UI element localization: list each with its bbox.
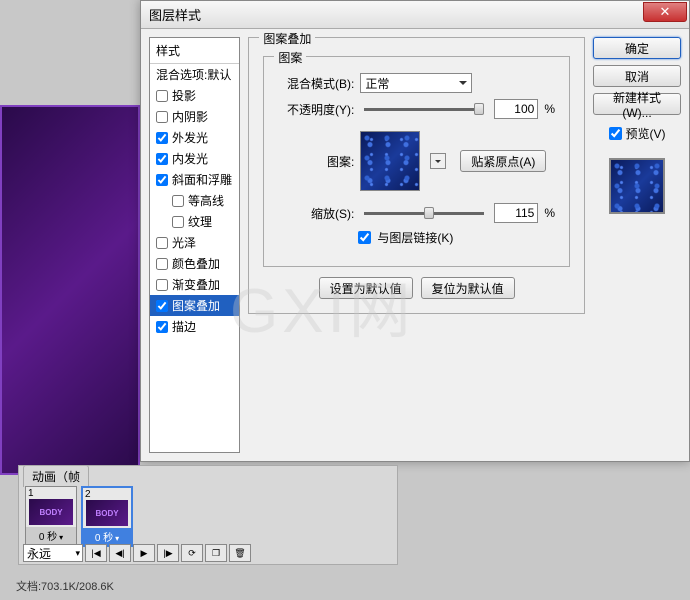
prev-frame-button[interactable]: ◀| <box>109 544 131 562</box>
scale-unit: % <box>544 206 555 220</box>
dialog-title: 图层样式 <box>149 5 201 24</box>
style-item-8[interactable]: 颜色叠加 <box>150 253 239 274</box>
blend-mode-combo[interactable]: 正常 <box>360 73 472 93</box>
style-item-7[interactable]: 光泽 <box>150 232 239 253</box>
animation-frame-1[interactable]: 1 BODY 0 秒 <box>25 486 77 547</box>
style-item-1[interactable]: 内阴影 <box>150 106 239 127</box>
style-checkbox-10[interactable] <box>156 300 168 312</box>
canvas-background <box>0 105 140 475</box>
style-item-6[interactable]: 纹理 <box>150 211 239 232</box>
next-frame-button[interactable]: |▶ <box>157 544 179 562</box>
pattern-overlay-panel: 图案叠加 图案 混合模式(B): 正常 不透明度(Y): <box>248 37 585 453</box>
style-item-0[interactable]: 投影 <box>150 85 239 106</box>
link-layer-label: 与图层链接(K) <box>377 229 453 246</box>
scale-input[interactable] <box>494 203 538 223</box>
style-checkbox-8[interactable] <box>156 258 168 270</box>
blend-options-item[interactable]: 混合选项:默认 <box>150 64 239 85</box>
style-label-10: 图案叠加 <box>172 297 220 314</box>
style-label-11: 描边 <box>172 318 196 335</box>
pattern-overlay-group: 图案叠加 图案 混合模式(B): 正常 不透明度(Y): <box>248 37 585 314</box>
style-label-8: 颜色叠加 <box>172 255 220 272</box>
blend-mode-label: 混合模式(B): <box>278 75 354 92</box>
dialog-titlebar: 图层样式 ✕ <box>141 1 689 29</box>
loop-combo[interactable]: 永远 <box>23 544 83 562</box>
style-checkbox-9[interactable] <box>156 279 168 291</box>
style-item-11[interactable]: 描边 <box>150 316 239 337</box>
animation-controls: 永远 |◀ ◀| ▶ |▶ ⟳ ❐ 🗑 <box>23 544 251 562</box>
style-label-9: 渐变叠加 <box>172 276 220 293</box>
style-item-10[interactable]: 图案叠加 <box>150 295 239 316</box>
close-button[interactable]: ✕ <box>643 2 687 22</box>
style-checkbox-2[interactable] <box>156 132 168 144</box>
styles-list: 样式 混合选项:默认 投影内阴影外发光内发光斜面和浮雕等高线纹理光泽颜色叠加渐变… <box>149 37 240 453</box>
style-checkbox-6[interactable] <box>172 216 184 228</box>
opacity-slider[interactable] <box>364 108 484 111</box>
layer-style-dialog: 图层样式 ✕ 样式 混合选项:默认 投影内阴影外发光内发光斜面和浮雕等高线纹理光… <box>140 0 690 462</box>
style-label-7: 光泽 <box>172 234 196 251</box>
dialog-right-panel: 确定 取消 新建样式(W)... 预览(V) <box>593 37 681 453</box>
styles-header[interactable]: 样式 <box>150 38 239 64</box>
style-label-4: 斜面和浮雕 <box>172 171 232 188</box>
style-item-2[interactable]: 外发光 <box>150 127 239 148</box>
preview-swatch <box>609 158 665 214</box>
style-checkbox-5[interactable] <box>172 195 184 207</box>
style-item-4[interactable]: 斜面和浮雕 <box>150 169 239 190</box>
pattern-label: 图案: <box>278 153 354 170</box>
scale-label: 缩放(S): <box>278 205 354 222</box>
style-item-3[interactable]: 内发光 <box>150 148 239 169</box>
animation-frame-2[interactable]: 2 BODY 0 秒 <box>81 486 133 547</box>
style-checkbox-7[interactable] <box>156 237 168 249</box>
style-label-5: 等高线 <box>188 192 224 209</box>
preview-label: 预览(V) <box>626 125 666 142</box>
style-checkbox-4[interactable] <box>156 174 168 186</box>
style-label-0: 投影 <box>172 87 196 104</box>
pattern-overlay-legend: 图案叠加 <box>259 30 315 47</box>
ok-button[interactable]: 确定 <box>593 37 681 59</box>
snap-origin-button[interactable]: 贴紧原点(A) <box>460 150 546 172</box>
pattern-inner-group: 图案 混合模式(B): 正常 不透明度(Y): <box>263 56 570 267</box>
cancel-button[interactable]: 取消 <box>593 65 681 87</box>
style-checkbox-1[interactable] <box>156 111 168 123</box>
frame-1-delay[interactable]: 0 秒 <box>26 527 76 544</box>
scale-slider-thumb[interactable] <box>424 207 434 219</box>
pattern-inner-legend: 图案 <box>274 49 306 66</box>
link-layer-checkbox[interactable] <box>358 231 371 244</box>
style-checkbox-11[interactable] <box>156 321 168 333</box>
style-checkbox-0[interactable] <box>156 90 168 102</box>
style-label-6: 纹理 <box>188 213 212 230</box>
pattern-swatch[interactable] <box>360 131 420 191</box>
tween-button[interactable]: ⟳ <box>181 544 203 562</box>
new-style-button[interactable]: 新建样式(W)... <box>593 93 681 115</box>
opacity-input[interactable] <box>494 99 538 119</box>
style-label-2: 外发光 <box>172 129 208 146</box>
status-bar: 文档:703.1K/208.6K <box>16 578 114 594</box>
frame-2-thumb: BODY <box>86 500 128 526</box>
style-label-1: 内阴影 <box>172 108 208 125</box>
delete-frame-button[interactable]: 🗑 <box>229 544 251 562</box>
frame-1-thumb: BODY <box>29 499 73 525</box>
reset-default-button[interactable]: 复位为默认值 <box>421 277 515 299</box>
duplicate-frame-button[interactable]: ❐ <box>205 544 227 562</box>
preview-checkbox[interactable] <box>609 127 622 140</box>
set-default-button[interactable]: 设置为默认值 <box>319 277 413 299</box>
animation-tab[interactable]: 动画（帧 <box>23 465 89 487</box>
style-item-5[interactable]: 等高线 <box>150 190 239 211</box>
style-checkbox-3[interactable] <box>156 153 168 165</box>
animation-panel: 动画（帧 1 BODY 0 秒 2 BODY 0 秒 永远 |◀ ◀| ▶ |▶… <box>18 465 398 565</box>
first-frame-button[interactable]: |◀ <box>85 544 107 562</box>
play-button[interactable]: ▶ <box>133 544 155 562</box>
style-label-3: 内发光 <box>172 150 208 167</box>
scale-slider[interactable] <box>364 212 484 215</box>
pattern-dropdown-button[interactable] <box>430 153 446 169</box>
opacity-label: 不透明度(Y): <box>278 101 354 118</box>
opacity-slider-thumb[interactable] <box>474 103 484 115</box>
opacity-unit: % <box>544 102 555 116</box>
frame-2-delay[interactable]: 0 秒 <box>83 528 131 545</box>
style-item-9[interactable]: 渐变叠加 <box>150 274 239 295</box>
